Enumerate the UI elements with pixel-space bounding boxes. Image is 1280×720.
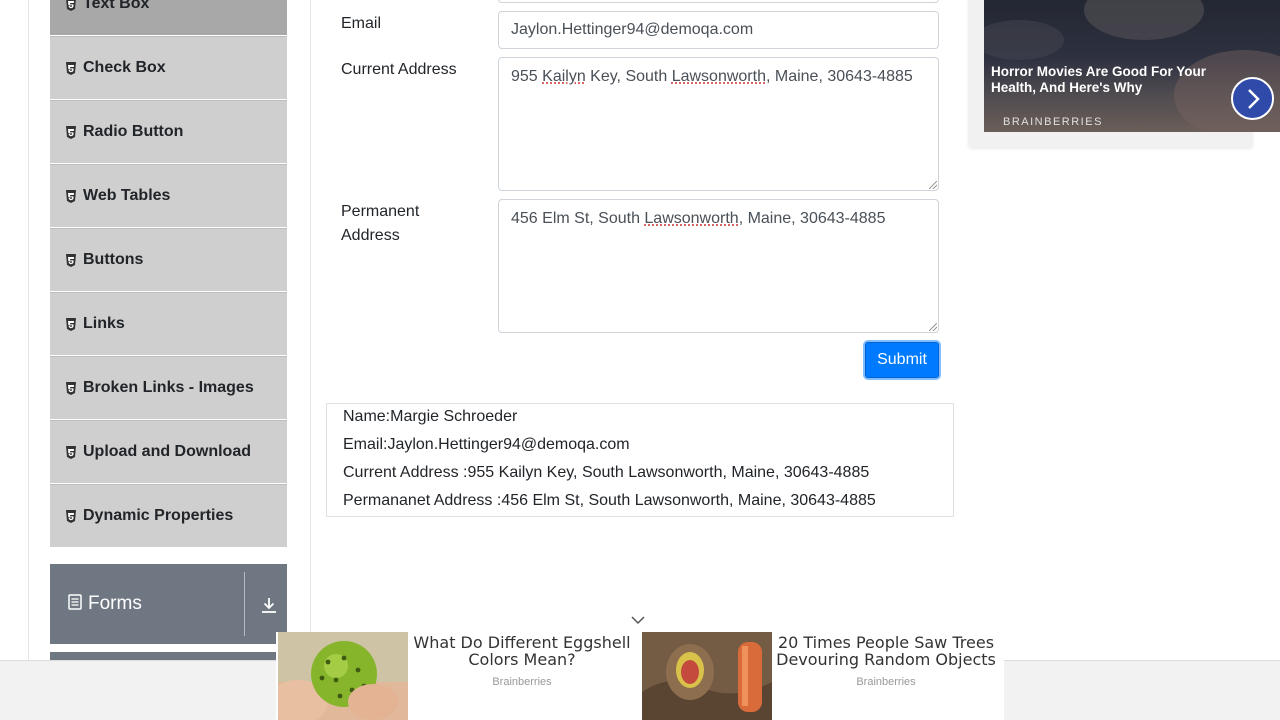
sidebar-item-radio-button[interactable]: Radio Button: [50, 100, 287, 164]
ad-title-eggshell[interactable]: What Do Different Eggshell Colors Mean?: [406, 634, 638, 668]
sidebar-item-label: Web Tables: [83, 187, 171, 204]
permanent-address-field[interactable]: 456 Elm St, South Lawsonworth, Maine, 30…: [498, 199, 939, 333]
ad-thumbnail-trees[interactable]: [642, 632, 772, 720]
group-header-label: Forms: [88, 593, 142, 614]
resize-handle[interactable]: [929, 323, 937, 331]
ad-source: Brainberries: [856, 676, 916, 688]
sidebar-item-label: Text Box: [83, 0, 150, 12]
sidebar-item-upload-download[interactable]: Upload and Download: [50, 420, 287, 484]
html5-icon: [65, 61, 77, 75]
current-address-label: Current Address: [341, 61, 457, 78]
sidebar-item-broken-links[interactable]: Broken Links - Images: [50, 356, 287, 420]
output-name: Name:Margie Schroeder: [343, 408, 518, 425]
side-ad-headline[interactable]: Horror Movies Are Good For Your Health, …: [991, 64, 1231, 96]
address-text: Key, South: [585, 68, 672, 85]
sidebar-item-label: Check Box: [83, 59, 166, 76]
sidebar-item-label: Dynamic Properties: [83, 507, 234, 524]
full-name-field[interactable]: [498, 0, 939, 3]
address-text: , Maine, 30643-4885: [738, 210, 886, 227]
group-header-divider: [244, 572, 245, 636]
chevron-down-icon[interactable]: [631, 612, 645, 630]
sidebar-item-web-tables[interactable]: Web Tables: [50, 164, 287, 228]
side-ad-brand: BRAINBERRIES: [1003, 116, 1103, 128]
group-header-forms[interactable]: Forms: [50, 564, 287, 644]
html5-icon: [65, 317, 77, 331]
download-icon[interactable]: [260, 596, 278, 619]
sidebar-item-label: Links: [83, 315, 125, 332]
ad-source: Brainberries: [492, 676, 552, 688]
spellcheck-word: Lawsonworth: [644, 210, 739, 227]
address-text: , Maine, 30643-4885: [765, 68, 913, 85]
output-email: Email:Jaylon.Hettinger94@demoqa.com: [343, 436, 630, 453]
permanent-address-label: Permanent Address: [341, 203, 420, 244]
sidebar-item-label: Buttons: [83, 251, 144, 268]
sidebar-menu: Text Box Check Box Radio Button Web Tabl…: [50, 0, 287, 548]
email-field[interactable]: Jaylon.Hettinger94@demoqa.com: [498, 11, 939, 49]
html5-icon: [65, 381, 77, 395]
bottom-ads: What Do Different Eggshell Colors Mean? …: [276, 632, 1004, 720]
sidebar-item-label: Broken Links - Images: [83, 379, 254, 396]
output-panel: Name:Margie Schroeder Email:Jaylon.Hetti…: [326, 403, 954, 517]
chevron-right-icon[interactable]: [1231, 77, 1274, 120]
email-label: Email: [341, 15, 382, 32]
spellcheck-word: Kailyn: [542, 68, 586, 85]
address-text: 955: [511, 68, 543, 85]
sidebar-item-label: Radio Button: [83, 123, 184, 140]
sidebar-item-dynamic-properties[interactable]: Dynamic Properties: [50, 484, 287, 548]
sidebar-item-buttons[interactable]: Buttons: [50, 228, 287, 292]
sidebar-divider: [310, 0, 311, 660]
left-rail: [28, 0, 29, 660]
html5-icon: [65, 253, 77, 267]
html5-icon: [65, 445, 77, 459]
spellcheck-word: Lawsonworth: [671, 68, 766, 85]
document-icon: [68, 593, 82, 615]
sidebar-item-check-box[interactable]: Check Box: [50, 36, 287, 100]
ad-title-trees[interactable]: 20 Times People Saw Trees Devouring Rand…: [770, 634, 1002, 668]
output-current-address: Current Address :955 Kailyn Key, South L…: [343, 464, 870, 481]
html5-icon: [65, 0, 77, 11]
resize-handle[interactable]: [929, 181, 937, 189]
submit-button[interactable]: Submit: [863, 340, 941, 380]
sidebar-item-text-box[interactable]: Text Box: [50, 0, 287, 36]
address-text: 456 Elm St, South: [511, 210, 645, 227]
ad-thumbnail-eggshell[interactable]: [278, 632, 408, 720]
sidebar-item-label: Upload and Download: [83, 443, 251, 460]
sidebar-item-links[interactable]: Links: [50, 292, 287, 356]
output-permanent-address: Permananet Address :456 Elm St, South La…: [343, 492, 876, 509]
page: Text Box Check Box Radio Button Web Tabl…: [0, 0, 1280, 720]
current-address-field[interactable]: 955 Kailyn Key, South Lawsonworth, Maine…: [498, 57, 939, 191]
html5-icon: [65, 509, 77, 523]
html5-icon: [65, 125, 77, 139]
html5-icon: [65, 189, 77, 203]
